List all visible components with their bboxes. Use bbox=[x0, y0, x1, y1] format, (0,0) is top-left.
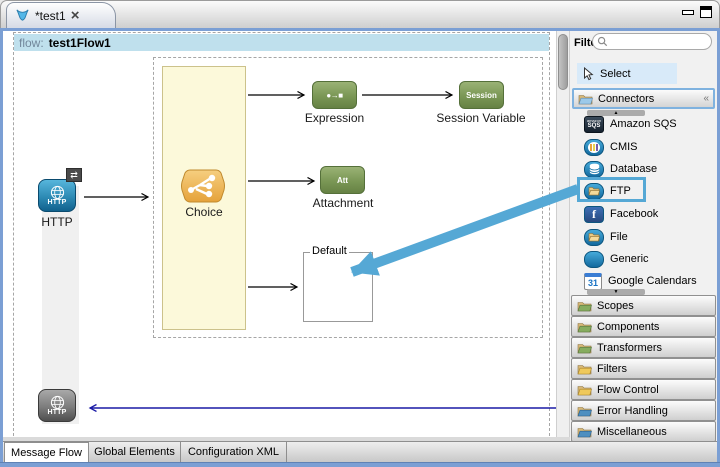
folder-icon bbox=[577, 342, 592, 354]
expression-node[interactable]: ●→■ bbox=[312, 81, 357, 109]
palette-category-transformers[interactable]: Transformers bbox=[571, 337, 716, 358]
palette-category-miscellaneous[interactable]: Miscellaneous bbox=[571, 421, 716, 442]
tab-configuration-xml[interactable]: Configuration XML bbox=[181, 442, 287, 462]
canvas-scrollbar-track[interactable] bbox=[556, 31, 570, 437]
tab-label: Global Elements bbox=[94, 446, 175, 458]
collapse-chevrons-icon[interactable] bbox=[703, 94, 709, 104]
folder-icon bbox=[577, 300, 592, 312]
amazon-sqs-icon: amazon SQS bbox=[584, 116, 604, 133]
tab-global-elements[interactable]: Global Elements bbox=[89, 442, 181, 462]
palette-category-error-handling[interactable]: Error Handling bbox=[571, 400, 716, 421]
default-branch-box[interactable] bbox=[303, 252, 373, 322]
choice-icon[interactable] bbox=[180, 167, 226, 205]
generic-icon bbox=[584, 251, 604, 268]
select-tool-label: Select bbox=[600, 68, 631, 80]
palette-category-connectors[interactable]: Connectors bbox=[572, 88, 715, 109]
attachment-label: Attachment bbox=[300, 196, 386, 210]
open-folder-icon bbox=[578, 93, 593, 105]
palette-category-flow-control[interactable]: Flow Control bbox=[571, 379, 716, 400]
palette-item-label: Facebook bbox=[610, 208, 658, 220]
flow-header-prefix: flow: bbox=[19, 36, 44, 50]
flow-header[interactable]: flow: test1Flow1 bbox=[14, 34, 549, 51]
mule-studio-editor: *test1 flow: test1Flow1 HTTP HTTP bbox=[0, 0, 720, 467]
sqs-icon-text: SQS bbox=[588, 123, 601, 129]
canvas-scrollbar-thumb[interactable] bbox=[558, 34, 568, 90]
connectors-header-label: Connectors bbox=[598, 93, 654, 105]
mule-logo-icon bbox=[15, 8, 30, 23]
folder-icon bbox=[577, 426, 592, 438]
flow-header-name: test1Flow1 bbox=[49, 36, 111, 50]
palette-select-tool[interactable]: Select bbox=[577, 63, 677, 84]
palette-item-label: Amazon SQS bbox=[610, 118, 677, 130]
http-source-label: HTTP bbox=[30, 215, 84, 229]
folder-icon bbox=[577, 405, 592, 417]
choice-label: Choice bbox=[162, 205, 246, 219]
palette-item-label: CMIS bbox=[610, 141, 638, 153]
session-variable-label: Session Variable bbox=[426, 111, 536, 125]
palette-item-facebook[interactable]: f Facebook bbox=[584, 203, 714, 225]
palette-filter-input[interactable] bbox=[592, 33, 712, 50]
tab-close-icon[interactable] bbox=[71, 8, 80, 23]
http-source-icon-text: HTTP bbox=[47, 199, 66, 206]
ftp-highlight-box bbox=[577, 177, 646, 202]
http-response-icon-text: HTTP bbox=[47, 409, 66, 416]
category-label: Transformers bbox=[597, 342, 662, 354]
folder-icon bbox=[577, 321, 592, 333]
palette-category-components[interactable]: Components bbox=[571, 316, 716, 337]
palette-item-cmis[interactable]: CMIS bbox=[584, 136, 714, 158]
folder-icon bbox=[577, 363, 592, 375]
search-icon bbox=[597, 36, 608, 47]
tab-title: *test1 bbox=[35, 9, 66, 23]
attachment-node[interactable]: Att bbox=[320, 166, 365, 194]
calendar-icon-text: 31 bbox=[588, 278, 598, 288]
session-variable-node[interactable]: Session bbox=[459, 81, 504, 109]
palette-item-label: File bbox=[610, 231, 628, 243]
palette-item-label: Google Calendars bbox=[608, 275, 697, 287]
session-variable-icon-text: Session bbox=[466, 91, 497, 100]
facebook-icon-text: f bbox=[592, 207, 596, 222]
globe-icon bbox=[50, 185, 65, 200]
file-icon bbox=[584, 229, 604, 246]
tab-label: Configuration XML bbox=[188, 446, 279, 458]
cmis-icon bbox=[584, 139, 604, 156]
tab-message-flow[interactable]: Message Flow bbox=[4, 442, 89, 462]
folder-icon bbox=[577, 384, 592, 396]
category-label: Filters bbox=[597, 363, 627, 375]
minimize-icon[interactable] bbox=[682, 10, 694, 15]
tab-label: Message Flow bbox=[11, 447, 82, 459]
frame-border-bottom bbox=[0, 462, 720, 467]
default-branch-label: Default bbox=[310, 245, 349, 257]
cursor-icon bbox=[583, 67, 594, 81]
maximize-icon[interactable] bbox=[700, 6, 712, 18]
palette-item-file[interactable]: File bbox=[584, 226, 714, 248]
expression-label: Expression bbox=[292, 111, 377, 125]
category-label: Error Handling bbox=[597, 405, 668, 417]
attachment-icon-text: Att bbox=[337, 176, 348, 185]
expression-glyph-icon: ●→■ bbox=[326, 91, 342, 100]
exchange-pattern-icon[interactable] bbox=[66, 168, 82, 182]
globe-icon bbox=[50, 395, 65, 410]
category-label: Flow Control bbox=[597, 384, 659, 396]
http-response-node[interactable]: HTTP bbox=[38, 389, 76, 422]
category-label: Components bbox=[597, 321, 659, 333]
palette-item-label: Generic bbox=[610, 253, 649, 265]
palette-item-generic[interactable]: Generic bbox=[584, 248, 714, 270]
database-icon bbox=[584, 161, 604, 178]
palette-item-label: Database bbox=[610, 163, 657, 175]
palette-category-filters[interactable]: Filters bbox=[571, 358, 716, 379]
palette-item-amazon-sqs[interactable]: amazon SQS Amazon SQS bbox=[584, 113, 714, 135]
category-label: Scopes bbox=[597, 300, 634, 312]
google-calendars-icon: 31 bbox=[584, 273, 602, 290]
editor-tab-test1[interactable]: *test1 bbox=[6, 2, 116, 28]
http-source-node[interactable]: HTTP bbox=[38, 179, 76, 212]
facebook-icon: f bbox=[584, 206, 604, 223]
palette-category-scopes[interactable]: Scopes bbox=[571, 295, 716, 316]
category-label: Miscellaneous bbox=[597, 426, 667, 438]
